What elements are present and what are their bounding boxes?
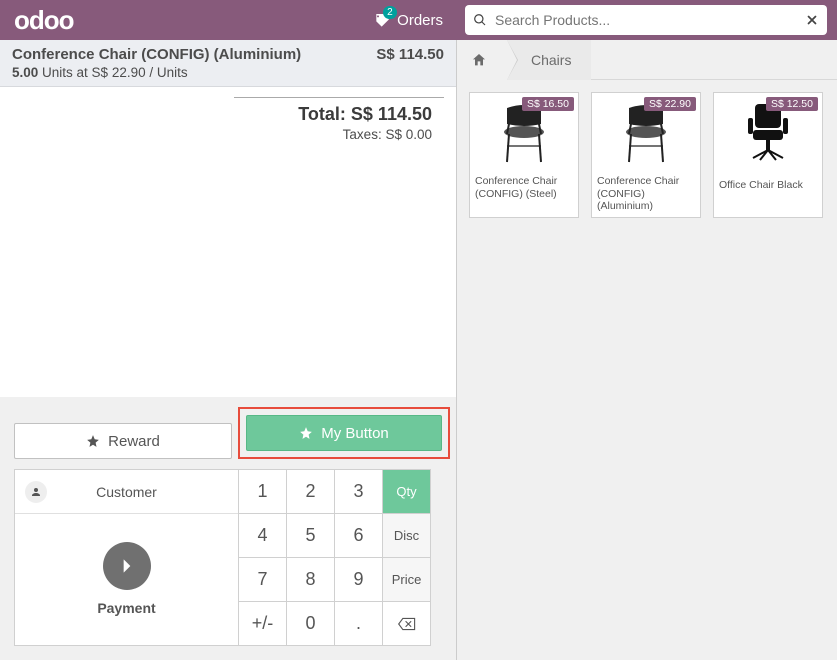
customer-label: Customer (96, 484, 157, 500)
key-dot[interactable]: . (335, 602, 383, 646)
star-icon (299, 426, 313, 440)
my-button-label: My Button (321, 425, 389, 442)
order-line[interactable]: Conference Chair (CONFIG) (Aluminium) 5.… (0, 40, 456, 87)
key-8[interactable]: 8 (287, 558, 335, 602)
orders-button[interactable]: 2 Orders (365, 8, 453, 33)
search-icon (473, 13, 487, 27)
highlight-box: My Button (238, 407, 450, 459)
product-grid: S$ 16.50 Conference Chair (CONFIG) (Steel… (457, 80, 837, 230)
key-5[interactable]: 5 (287, 514, 335, 558)
key-disc[interactable]: Disc (383, 514, 431, 558)
key-7[interactable]: 7 (239, 558, 287, 602)
payment-button[interactable]: Payment (15, 514, 238, 645)
order-totals: Total: S$ 114.50 Taxes: S$ 0.00 (234, 97, 444, 148)
home-icon (471, 52, 487, 68)
product-price-tag: S$ 22.90 (644, 97, 696, 111)
star-icon (86, 434, 100, 448)
breadcrumb-home[interactable] (457, 40, 507, 80)
clear-search-icon[interactable] (805, 13, 819, 27)
key-2[interactable]: 2 (287, 470, 335, 514)
orderline-details: 5.00 Units at S$ 22.90 / Units (12, 65, 301, 80)
chevron-right-icon (103, 542, 151, 590)
breadcrumb-chairs[interactable]: Chairs (507, 40, 591, 80)
key-9[interactable]: 9 (335, 558, 383, 602)
order-panel: Conference Chair (CONFIG) (Aluminium) 5.… (0, 40, 457, 660)
key-0[interactable]: 0 (287, 602, 335, 646)
product-card[interactable]: S$ 16.50 Conference Chair (CONFIG) (Steel… (469, 92, 579, 218)
numpad: 1 2 3 Qty 4 5 6 Disc 7 8 9 Price +/- 0 . (238, 469, 431, 646)
key-1[interactable]: 1 (239, 470, 287, 514)
orderline-price: S$ 114.50 (376, 46, 444, 63)
app-header: odoo 2 Orders (0, 0, 837, 40)
product-name: Office Chair Black (714, 171, 822, 199)
product-panel: Chairs S$ 16.50 Conference Chair (CONFIG)… (457, 40, 837, 660)
orderline-name: Conference Chair (CONFIG) (Aluminium) (12, 46, 301, 63)
key-3[interactable]: 3 (335, 470, 383, 514)
key-plusminus[interactable]: +/- (239, 602, 287, 646)
key-4[interactable]: 4 (239, 514, 287, 558)
product-card[interactable]: S$ 22.90 Conference Chair (CONFIG) (Alumi… (591, 92, 701, 218)
payment-label: Payment (97, 600, 155, 616)
backspace-icon (398, 617, 416, 631)
my-button[interactable]: My Button (246, 415, 442, 451)
customer-payment-panel: Customer Payment (14, 469, 239, 646)
key-6[interactable]: 6 (335, 514, 383, 558)
key-price[interactable]: Price (383, 558, 431, 602)
breadcrumb: Chairs (457, 40, 837, 80)
logo: odoo (14, 5, 74, 36)
user-icon (25, 481, 47, 503)
key-qty[interactable]: Qty (383, 470, 431, 514)
orders-count-badge: 2 (383, 6, 397, 19)
key-backspace[interactable] (383, 602, 431, 646)
product-price-tag: S$ 16.50 (522, 97, 574, 111)
ticket-icon: 2 (375, 12, 391, 28)
customer-button[interactable]: Customer (15, 470, 238, 514)
product-card[interactable]: S$ 12.50 Office Chair Black (713, 92, 823, 218)
product-price-tag: S$ 12.50 (766, 97, 818, 111)
product-name: Conference Chair (CONFIG) (Steel) (470, 171, 578, 204)
reward-label: Reward (108, 433, 160, 450)
search-wrap (465, 5, 827, 35)
orders-label: Orders (397, 12, 443, 29)
reward-button[interactable]: Reward (14, 423, 232, 459)
search-input[interactable] (495, 12, 797, 28)
product-name: Conference Chair (CONFIG) (Aluminium) (592, 171, 700, 217)
